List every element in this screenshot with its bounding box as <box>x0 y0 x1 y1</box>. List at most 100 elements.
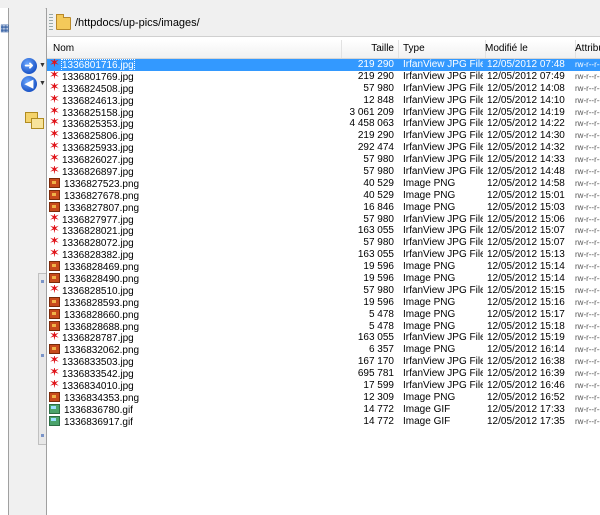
file-row[interactable]: 1336828382.jpg 163 055 IrfanView JPG File 1… <box>47 249 600 261</box>
file-rows: 1336801716.jpg219 290IrfanView JPG File1… <box>47 59 600 428</box>
jpg-icon <box>49 130 60 140</box>
png-icon <box>49 273 60 284</box>
file-modified: 12/05/2012 16:39 <box>487 368 565 380</box>
png-icon <box>49 189 60 200</box>
jpg-icon <box>49 380 60 390</box>
file-attributes: rw-r--r-- <box>575 285 600 295</box>
column-attributes-header[interactable]: Attribut <box>571 40 600 58</box>
download-dropdown-icon[interactable]: ▼ <box>39 80 46 87</box>
file-size: 219 290 <box>357 59 394 70</box>
file-row[interactable]: 1336834010.jpg 17 599 IrfanView JPG File 12… <box>47 380 600 392</box>
file-row[interactable]: 1336828787.jpg 163 055 IrfanView JPG File 1… <box>47 332 600 344</box>
file-name: 1336828660.png <box>64 309 140 321</box>
file-row[interactable]: 1336825353.jpg 4 458 063 IrfanView JPG Fil… <box>47 118 600 130</box>
remote-pane: /httpdocs/up-pics/images/ Nom Taille Typ… <box>46 8 600 515</box>
file-attributes: rw-r--r-- <box>575 297 600 307</box>
jpg-icon <box>49 154 60 164</box>
file-type: Image PNG <box>403 273 456 285</box>
file-modified: 12/05/2012 07:48 <box>487 59 565 70</box>
jpg-icon <box>49 83 60 93</box>
jpg-icon <box>49 142 60 152</box>
file-attributes: rw-r--r-- <box>575 238 600 248</box>
file-size: 16 846 <box>363 201 394 213</box>
file-row[interactable]: 1336827523.png 40 529 Image PNG 12/05/2012 … <box>47 177 600 190</box>
file-type: Image PNG <box>403 189 456 201</box>
file-row[interactable]: 1336833542.jpg 695 781 IrfanView JPG File 1… <box>47 368 600 380</box>
toolbar-grip[interactable] <box>49 14 53 30</box>
file-row[interactable]: 1336825933.jpg 292 474 IrfanView JPG File 1… <box>47 142 600 154</box>
file-attributes: rw-r--r-- <box>575 214 600 224</box>
png-icon <box>49 308 60 319</box>
file-attributes: rw-r--r-- <box>575 71 600 81</box>
file-size: 163 055 <box>357 332 394 344</box>
file-modified: 12/05/2012 07:49 <box>487 70 565 82</box>
file-row[interactable]: 1336833503.jpg 167 170 IrfanView JPG File 1… <box>47 356 600 368</box>
column-size-header[interactable]: Taille <box>342 40 399 58</box>
file-row[interactable]: 1336825806.jpg 219 290 IrfanView JPG File 1… <box>47 130 600 142</box>
jpg-icon <box>49 107 60 117</box>
upload-arrow-icon[interactable]: ➜ <box>21 58 37 74</box>
column-modified-header[interactable]: Modifié le <box>481 40 576 58</box>
file-row[interactable]: 1336828688.png 5 478 Image PNG 12/05/2012 1… <box>47 320 600 333</box>
file-row[interactable]: 1336828593.png 19 596 Image PNG 12/05/2012 … <box>47 296 600 309</box>
jpg-icon <box>49 225 60 235</box>
file-size: 167 170 <box>357 356 394 368</box>
file-attributes: rw-r--r-- <box>575 83 600 93</box>
file-row[interactable]: 1336828660.png 5 478 Image PNG 12/05/2012 1… <box>47 308 600 321</box>
file-modified: 12/05/2012 15:14 <box>487 261 565 273</box>
file-modified: 12/05/2012 14:08 <box>487 82 565 94</box>
file-modified: 12/05/2012 15:16 <box>487 296 565 308</box>
file-row[interactable]: 1336824613.jpg 12 848 IrfanView JPG File 12… <box>47 95 600 107</box>
file-attributes: rw-r--r-- <box>575 404 600 414</box>
download-arrow-icon[interactable]: ◀ <box>21 76 37 92</box>
column-type-header[interactable]: Type <box>399 40 486 58</box>
file-row[interactable]: 1336828072.jpg 57 980 IrfanView JPG File 12… <box>47 237 600 249</box>
file-type: IrfanView JPG File <box>403 118 483 130</box>
file-row[interactable]: 1336832062.png 6 357 Image PNG 12/05/2012 1… <box>47 344 600 356</box>
file-name-cell[interactable]: 1336836917.gif <box>49 415 334 429</box>
file-modified: 12/05/2012 14:48 <box>487 166 565 178</box>
file-attributes: rw-r--r-- <box>575 119 600 129</box>
png-icon <box>49 344 60 355</box>
file-type: IrfanView JPG File <box>403 356 483 368</box>
file-size: 5 478 <box>368 308 394 320</box>
file-row[interactable]: 1336828490.png 19 596 Image PNG 12/05/2012 … <box>47 273 600 285</box>
file-list[interactable]: Nom Taille Type Modifié le Attribut 1336… <box>47 37 600 515</box>
file-row[interactable]: 1336801769.jpg 219 290 IrfanView JPG File 1… <box>47 71 600 83</box>
file-size: 695 781 <box>357 368 394 380</box>
file-row[interactable]: 1336836780.gif 14 772 Image GIF 12/05/2012 … <box>47 403 600 416</box>
file-row[interactable]: 1336828021.jpg 163 055 IrfanView JPG File 1… <box>47 225 600 237</box>
file-size: 14 772 <box>363 415 394 427</box>
file-row[interactable]: 1336836917.gif 14 772 Image GIF 12/05/2012 … <box>47 415 600 429</box>
file-row[interactable]: 1336826897.jpg 57 980 IrfanView JPG File 12… <box>47 166 600 178</box>
file-size: 163 055 <box>357 249 394 261</box>
upload-dropdown-icon[interactable]: ▼ <box>39 62 46 69</box>
file-size: 12 309 <box>363 391 394 403</box>
file-name: 1336801716.jpg <box>61 59 135 72</box>
file-type: IrfanView JPG File <box>403 142 483 154</box>
file-name: 1336827977.jpg <box>62 214 134 226</box>
file-row[interactable]: 1336828510.jpg 57 980 IrfanView JPG File 12… <box>47 285 600 297</box>
file-type: IrfanView JPG File <box>403 130 483 142</box>
file-row[interactable]: 1336828469.png 19 596 Image PNG 12/05/2012 … <box>47 261 600 273</box>
file-attributes: rw-r--r-- <box>575 250 600 260</box>
file-row[interactable]: 1336834353.png 12 309 Image PNG 12/05/2012 … <box>47 391 600 404</box>
file-row[interactable]: 1336827678.png 40 529 Image PNG 12/05/2012 … <box>47 189 600 202</box>
file-modified: 12/05/2012 17:35 <box>487 415 565 427</box>
current-path[interactable]: /httpdocs/up-pics/images/ <box>75 17 200 29</box>
file-modified: 12/05/2012 14:19 <box>487 106 565 118</box>
file-type: IrfanView JPG File <box>403 82 483 94</box>
file-row[interactable]: 1336825158.jpg 3 061 209 IrfanView JPG Fil… <box>47 107 600 119</box>
file-row[interactable]: 1336827807.png 16 846 Image PNG 12/05/2012 … <box>47 201 600 214</box>
file-type: Image PNG <box>403 296 456 308</box>
file-row[interactable]: 1336826027.jpg 57 980 IrfanView JPG File 12… <box>47 154 600 166</box>
sync-folders-icon[interactable] <box>25 112 44 129</box>
file-modified: 12/05/2012 17:33 <box>487 403 565 415</box>
file-size: 219 290 <box>357 70 394 82</box>
file-row[interactable]: 1336827977.jpg 57 980 IrfanView JPG File 12… <box>47 214 600 226</box>
file-row[interactable]: 1336801716.jpg 219 290 IrfanView JPG File 1… <box>47 59 600 72</box>
png-icon <box>49 296 60 307</box>
column-name-header[interactable]: Nom <box>47 40 342 58</box>
file-row[interactable]: 1336824508.jpg 57 980 IrfanView JPG File 12… <box>47 83 600 95</box>
file-type: Image PNG <box>403 201 456 213</box>
